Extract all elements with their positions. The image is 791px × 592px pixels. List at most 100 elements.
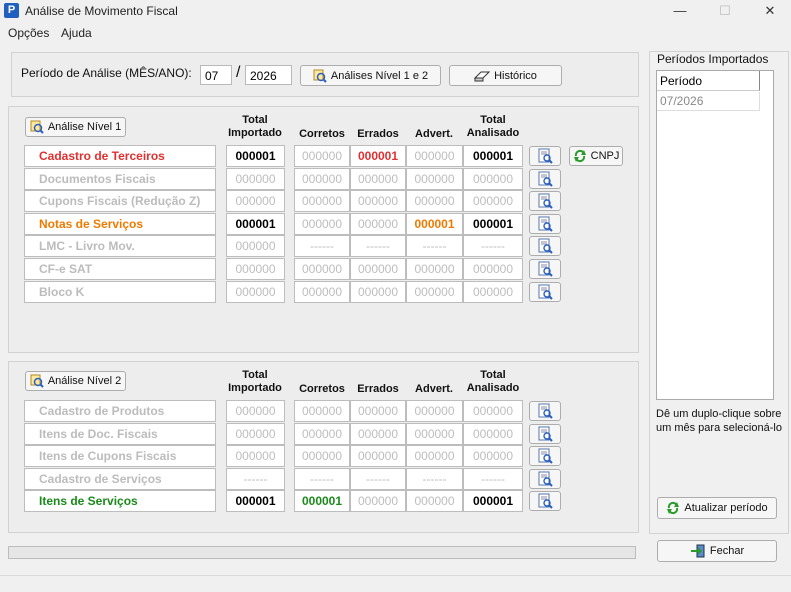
atualizar-periodo-button[interactable]: Atualizar período <box>657 497 777 519</box>
cell-errados: 000000 <box>350 212 406 235</box>
cell-advert: ------ <box>406 467 463 490</box>
row-label: Itens de Serviços <box>24 490 216 513</box>
cell-corretos: 000000 <box>294 422 350 445</box>
cell-advert: 000000 <box>406 280 463 303</box>
app-logo-icon: P <box>4 3 19 18</box>
cell-advert: 000000 <box>406 445 463 468</box>
cell-importado: 000000 <box>226 235 285 258</box>
cell-corretos: 000000 <box>294 258 350 280</box>
cell-analisado: ------ <box>463 235 523 258</box>
month-input[interactable]: 07 <box>200 65 232 85</box>
view-details-button[interactable] <box>529 401 561 421</box>
fechar-button[interactable]: Fechar <box>657 540 777 562</box>
document-search-icon <box>538 216 553 232</box>
header-total-analisado: Total Analisado <box>466 114 520 139</box>
cell-analisado: 000000 <box>463 422 523 445</box>
document-search-icon <box>538 193 553 209</box>
minimize-button[interactable]: — <box>657 0 703 22</box>
row-label: Bloco K <box>24 280 216 303</box>
cell-importado: 000000 <box>226 280 285 303</box>
exit-door-icon <box>690 544 705 558</box>
view-details-button[interactable] <box>529 423 561 444</box>
fechar-label: Fechar <box>709 545 745 557</box>
cell-corretos: 000000 <box>294 280 350 303</box>
historico-button[interactable]: Histórico <box>449 65 562 86</box>
header-corretos-2: Corretos <box>299 383 345 395</box>
cell-corretos: 000000 <box>294 212 350 235</box>
atualizar-periodo-label: Atualizar período <box>684 502 768 514</box>
cell-corretos: 000000 <box>294 400 350 422</box>
header-total-importado: Total Importado <box>228 114 282 139</box>
header-errados-2: Errados <box>357 383 399 395</box>
menu-opcoes[interactable]: Opções <box>8 26 49 40</box>
document-search-icon <box>538 426 553 442</box>
analise-nivel-1-button[interactable]: Análise Nível 1 <box>25 117 126 137</box>
view-details-button[interactable] <box>529 213 561 234</box>
view-details-button[interactable] <box>529 491 561 512</box>
cell-importado: 000000 <box>226 445 285 468</box>
view-details-button[interactable] <box>529 236 561 257</box>
header-advert: Advert. <box>415 128 453 140</box>
analises-nivel-1-2-button[interactable]: Análises Nível 1 e 2 <box>300 65 441 86</box>
cell-analisado: 000001 <box>463 145 523 167</box>
periods-list[interactable]: Período 07/2026 <box>656 70 774 400</box>
cell-importado: 000001 <box>226 212 285 235</box>
row-label: Itens de Cupons Fiscais <box>24 445 216 468</box>
cell-analisado: 000000 <box>463 167 523 190</box>
cell-errados: 000000 <box>350 490 406 513</box>
cell-errados: 000000 <box>350 258 406 280</box>
periods-list-item[interactable]: 07/2026 <box>657 92 760 111</box>
document-search-icon <box>538 261 553 277</box>
cell-analisado: 000000 <box>463 258 523 280</box>
view-details-button[interactable] <box>529 191 561 212</box>
header-advert-2: Advert. <box>415 383 453 395</box>
cell-analisado: 000001 <box>463 490 523 513</box>
historico-label: Histórico <box>494 69 537 82</box>
periods-column-header[interactable]: Período <box>657 71 760 91</box>
magnifier-icon <box>30 120 44 134</box>
close-button[interactable]: ✕ <box>747 0 791 22</box>
cnpj-label: CNPJ <box>590 150 620 162</box>
cell-corretos: 000000 <box>294 190 350 213</box>
row-label: Documentos Fiscais <box>24 167 216 190</box>
row-label: Cadastro de Serviços <box>24 467 216 490</box>
document-search-icon <box>538 171 553 187</box>
cell-errados: ------ <box>350 467 406 490</box>
view-details-button[interactable] <box>529 168 561 189</box>
document-search-icon <box>538 148 553 164</box>
cell-advert: 000000 <box>406 400 463 422</box>
cell-advert: 000000 <box>406 145 463 167</box>
cnpj-button[interactable]: CNPJ <box>569 146 623 166</box>
cell-analisado: 000000 <box>463 445 523 468</box>
cell-importado: 000000 <box>226 190 285 213</box>
row-label: LMC - Livro Mov. Combustíveis <box>24 235 216 273</box>
row-label: Itens de Doc. Fiscais <box>24 422 216 445</box>
magnifier-icon <box>313 69 327 83</box>
cell-errados: ------ <box>350 235 406 258</box>
view-details-button[interactable] <box>529 446 561 467</box>
menu-ajuda[interactable]: Ajuda <box>61 26 92 40</box>
year-input[interactable]: 2026 <box>245 65 292 85</box>
view-details-button[interactable] <box>529 259 561 279</box>
cell-importado: 000000 <box>226 167 285 190</box>
view-details-button[interactable] <box>529 146 561 166</box>
document-search-icon <box>538 493 553 510</box>
periods-title: Períodos Importados <box>657 52 769 66</box>
document-search-icon <box>538 403 553 419</box>
row-label: Cadastro de Produtos <box>24 400 216 422</box>
cell-analisado: 000000 <box>463 280 523 303</box>
cell-advert: 000000 <box>406 490 463 513</box>
eraser-icon <box>474 71 491 81</box>
cell-advert: 000000 <box>406 190 463 213</box>
view-details-button[interactable] <box>529 468 561 489</box>
period-label: Período de Análise (MÊS/ANO): <box>21 66 192 80</box>
cell-importado: 000000 <box>226 422 285 445</box>
row-label: Cupons Fiscais (Redução Z) <box>24 190 216 213</box>
document-search-icon <box>538 284 553 300</box>
cell-advert: 000001 <box>406 212 463 235</box>
cell-analisado: 000000 <box>463 190 523 213</box>
analise-nivel-2-label: Análise Nível 2 <box>47 375 122 387</box>
analise-nivel-2-button[interactable]: Análise Nível 2 <box>25 371 126 391</box>
view-details-button[interactable] <box>529 281 561 302</box>
maximize-button[interactable]: ☐ <box>702 0 748 22</box>
